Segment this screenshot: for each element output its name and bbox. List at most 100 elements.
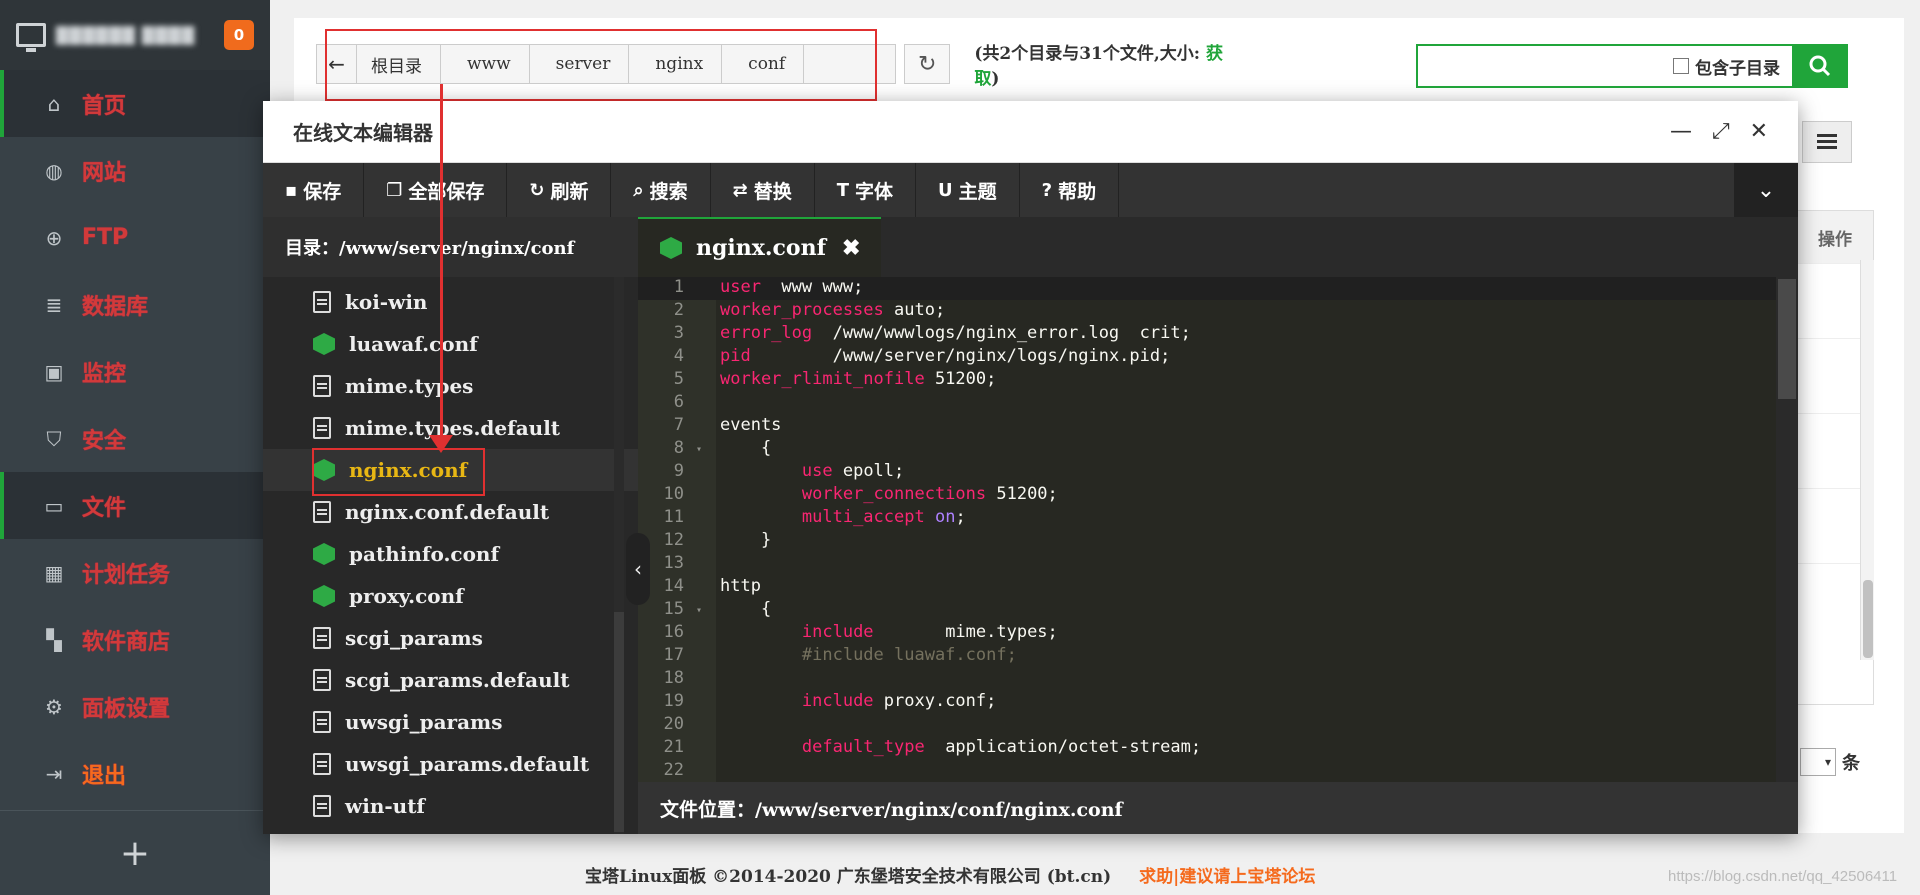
sidebar-item-home[interactable]: ⌂ 首页 bbox=[0, 70, 270, 137]
chevron-down-icon[interactable]: ⌄ bbox=[1734, 163, 1798, 217]
nginx-file-icon bbox=[313, 585, 335, 607]
file-tree-item[interactable]: win-utf bbox=[263, 785, 638, 827]
code-token: events bbox=[720, 415, 782, 435]
code-token: { bbox=[720, 438, 772, 458]
code-token: http bbox=[720, 576, 761, 596]
code-token: 51200; bbox=[986, 484, 1058, 504]
search-button[interactable] bbox=[1792, 44, 1848, 88]
code-editor[interactable]: 1 user www www; 2 worker_processes auto; 3 er… bbox=[638, 277, 1798, 782]
add-shortcut-button[interactable]: + bbox=[0, 810, 270, 895]
file-tree-item[interactable]: uwsgi_params.default bbox=[263, 743, 638, 785]
code-line[interactable]: 6 bbox=[638, 392, 1798, 415]
code-line[interactable]: 1 user www www; bbox=[638, 277, 1798, 300]
fold-arrow-icon[interactable]: ▾ bbox=[696, 599, 716, 622]
tab-nginx-conf[interactable]: nginx.conf ✖ bbox=[638, 217, 881, 277]
sidebar-item-folder[interactable]: ▭ 文件 bbox=[0, 472, 270, 539]
server-icon bbox=[16, 23, 46, 52]
scroll-thumb[interactable] bbox=[614, 612, 624, 832]
list-view-button[interactable] bbox=[1802, 121, 1852, 163]
sidebar-item-calendar[interactable]: ▦ 计划任务 bbox=[0, 539, 270, 606]
fold-arrow-icon[interactable]: ▾ bbox=[696, 438, 716, 461]
code-line[interactable]: 8 ▾ { bbox=[638, 438, 1798, 461]
code-line[interactable]: 10 worker_connections 51200; bbox=[638, 484, 1798, 507]
code-line[interactable]: 12 } bbox=[638, 530, 1798, 553]
sidebar-item-monitor[interactable]: ▣ 监控 bbox=[0, 338, 270, 405]
refresh-path-button[interactable]: ↻ bbox=[904, 44, 951, 84]
maximize-icon[interactable]: ⤢ bbox=[1712, 119, 1730, 144]
code-line[interactable]: 20 bbox=[638, 714, 1798, 737]
code-line[interactable]: 17 #include luawaf.conf; bbox=[638, 645, 1798, 668]
scroll-thumb[interactable] bbox=[1778, 279, 1796, 399]
code-text: multi_accept on; bbox=[716, 507, 966, 530]
code-line[interactable]: 11 multi_accept on; bbox=[638, 507, 1798, 530]
code-line[interactable]: 18 bbox=[638, 668, 1798, 691]
help-button[interactable]: ? 帮助 bbox=[1020, 163, 1120, 217]
checkbox-box[interactable] bbox=[1673, 58, 1689, 74]
file-name: win-utf bbox=[345, 794, 426, 818]
theme-button[interactable]: U 主题 bbox=[916, 163, 1020, 217]
code-token: application/octet-stream; bbox=[924, 737, 1202, 757]
code-line[interactable]: 9 use epoll; bbox=[638, 461, 1798, 484]
file-table-scrollbar[interactable] bbox=[1860, 260, 1874, 660]
close-icon[interactable]: ✕ bbox=[1750, 119, 1768, 144]
sidebar-item-shield[interactable]: ⛉ 安全 bbox=[0, 405, 270, 472]
font-button[interactable]: T 字体 bbox=[815, 163, 916, 217]
code-line[interactable]: 3 error_log /www/wwwlogs/nginx_error.log … bbox=[638, 323, 1798, 346]
search-button[interactable]: ⌕ 搜索 bbox=[611, 163, 711, 217]
save-button[interactable]: ▪ 保存 bbox=[263, 163, 365, 217]
code-line[interactable]: 15 ▾ { bbox=[638, 599, 1798, 622]
code-line[interactable]: 16 include mime.types; bbox=[638, 622, 1798, 645]
sidebar-item-apps[interactable]: ▚ 软件商店 bbox=[0, 606, 270, 673]
code-token: auto; bbox=[883, 300, 946, 320]
code-token: include bbox=[801, 691, 874, 711]
code-line[interactable]: 13 bbox=[638, 553, 1798, 576]
code-line[interactable]: 2 worker_processes auto; bbox=[638, 300, 1798, 323]
file-tree-item[interactable]: scgi_params.default bbox=[263, 659, 638, 701]
code-line[interactable]: 21 default_type application/octet-stream… bbox=[638, 737, 1798, 760]
code-line[interactable]: 4 pid /www/server/nginx/logs/nginx.pid; bbox=[638, 346, 1798, 369]
file-search-input[interactable] bbox=[1418, 46, 1673, 86]
file-tree-item[interactable]: uwsgi_params bbox=[263, 701, 638, 743]
code-line[interactable]: 5 worker_rlimit_nofile 51200; bbox=[638, 369, 1798, 392]
include-subdir-checkbox[interactable]: 包含子目录 bbox=[1673, 54, 1780, 79]
file-tree-scrollbar[interactable] bbox=[614, 277, 624, 834]
database-icon: ≣ bbox=[45, 292, 63, 317]
sidebar-item-database[interactable]: ≣ 数据库 bbox=[0, 271, 270, 338]
file-tree-item[interactable]: mime.types bbox=[263, 365, 638, 407]
scroll-thumb[interactable] bbox=[1863, 580, 1873, 658]
forum-link[interactable]: 求助|建议请上宝塔论坛 bbox=[1139, 867, 1315, 887]
home-icon: ⌂ bbox=[47, 91, 61, 116]
sidebar-item-globe[interactable]: ◍ 网站 bbox=[0, 137, 270, 204]
file-tree-item[interactable]: proxy.conf bbox=[263, 575, 638, 617]
code-scrollbar[interactable] bbox=[1776, 277, 1798, 782]
page-size-select[interactable]: ▾ bbox=[1800, 748, 1836, 776]
code-token: pid bbox=[720, 346, 751, 366]
sidebar-item-logout[interactable]: ⇥ 退出 bbox=[0, 740, 270, 807]
minimize-icon[interactable]: — bbox=[1670, 119, 1692, 144]
file-tree-item[interactable]: pathinfo.conf bbox=[263, 533, 638, 575]
replace-button[interactable]: ⇄ 替换 bbox=[711, 163, 815, 217]
sidebar-item-ftp[interactable]: ⊕ FTP bbox=[0, 204, 270, 271]
file-tree-item[interactable]: koi-win bbox=[263, 281, 638, 323]
copy-button[interactable]: ❐ 全部保存 bbox=[364, 163, 508, 217]
code-line[interactable]: 14 http bbox=[638, 576, 1798, 599]
file-tree-item[interactable]: luawaf.conf bbox=[263, 323, 638, 365]
line-number: 22 bbox=[663, 760, 684, 780]
nginx-file-icon bbox=[660, 237, 682, 259]
file-tree-item[interactable]: scgi_params bbox=[263, 617, 638, 659]
code-text: user www www; bbox=[716, 277, 863, 300]
code-line[interactable]: 19 include proxy.conf; bbox=[638, 691, 1798, 714]
refresh-button[interactable]: ↻ 刷新 bbox=[507, 163, 612, 217]
sidebar-item-gear[interactable]: ⚙ 面板设置 bbox=[0, 673, 270, 740]
code-token: proxy.conf; bbox=[873, 691, 997, 711]
code-line[interactable]: 7 events bbox=[638, 415, 1798, 438]
notification-badge[interactable]: 0 bbox=[224, 20, 254, 50]
file-tree-item[interactable]: nginx.conf.default bbox=[263, 491, 638, 533]
close-tab-icon[interactable]: ✖ bbox=[842, 235, 860, 261]
code-line[interactable]: 22 bbox=[638, 760, 1798, 782]
collapse-sidebar-icon[interactable]: ‹ bbox=[626, 533, 650, 605]
